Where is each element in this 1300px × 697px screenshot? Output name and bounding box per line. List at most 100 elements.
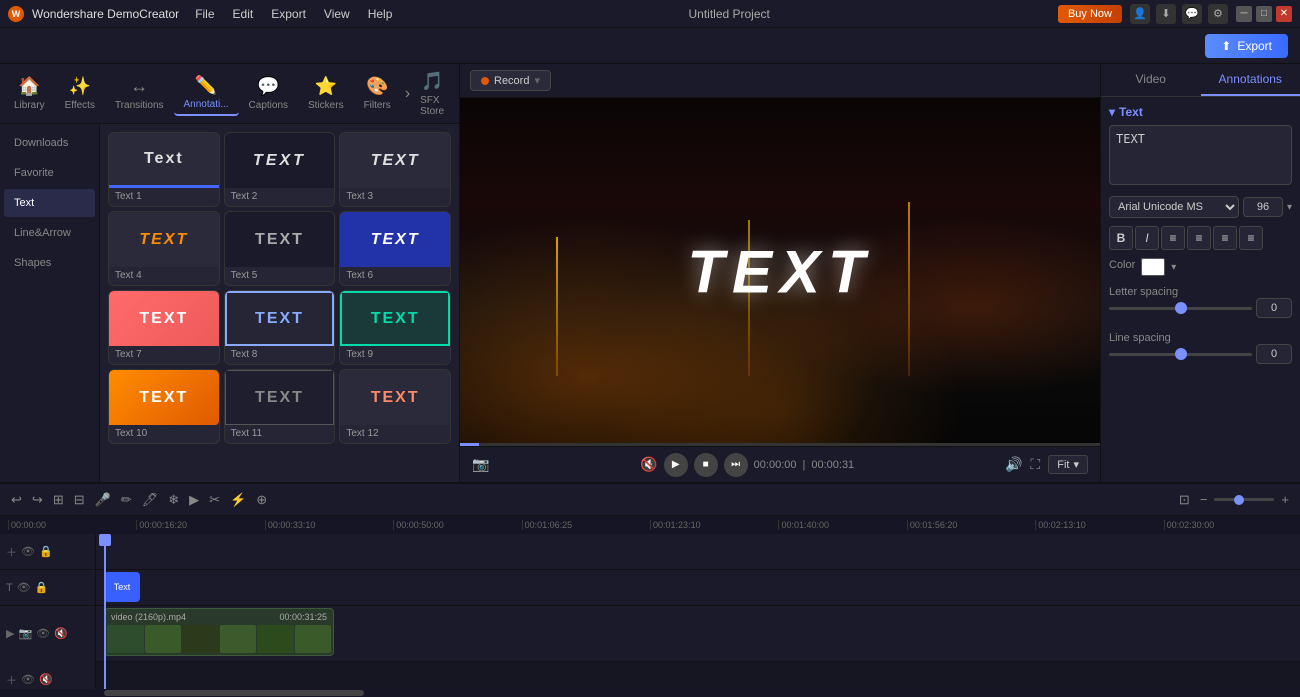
video-progress-bar[interactable] [460, 443, 1100, 446]
fit-dropdown[interactable]: Fit ▾ [1048, 455, 1088, 474]
record-button[interactable]: Record ▾ [470, 70, 551, 91]
sidebar-item-favorite[interactable]: Favorite [4, 159, 95, 187]
tab-stickers[interactable]: ⭐ Stickers [298, 72, 354, 115]
text-card-10[interactable]: TEXT Text 10 [108, 369, 220, 444]
text-card-5[interactable]: TEXT Text 5 [224, 211, 336, 286]
tab-library[interactable]: 🏠 Library [4, 72, 55, 115]
fullscreen-icon[interactable]: ⛶ [1030, 456, 1040, 473]
scrollbar-thumb[interactable] [104, 690, 364, 696]
volume-icon[interactable]: 🔊 [1005, 456, 1022, 473]
sidebar-item-shapes[interactable]: Shapes [4, 249, 95, 277]
collapse-icon[interactable]: ▾ [1109, 105, 1115, 119]
menu-view[interactable]: View [316, 5, 358, 23]
next-button[interactable]: ⏭ [724, 453, 748, 477]
text-card-11[interactable]: TEXT Text 11 [224, 369, 336, 444]
right-tab-video[interactable]: Video [1101, 64, 1201, 96]
speed-icon[interactable]: ⚡ [227, 489, 249, 511]
letter-spacing-slider[interactable] [1109, 307, 1252, 310]
font-size-input[interactable] [1243, 197, 1283, 217]
text-card-8[interactable]: TEXT Text 8 [224, 290, 336, 365]
tab-transitions[interactable]: ↔ Transitions [105, 72, 174, 115]
track-icon-mute-bottom[interactable]: 🔇 [39, 673, 53, 686]
export-button[interactable]: ⬆ Export [1205, 34, 1288, 58]
text-card-4[interactable]: TEXT Text 4 [108, 211, 220, 286]
text-card-7[interactable]: TEXT Text 7 [108, 290, 220, 365]
tab-sfx[interactable]: 🎵 SFX Store [410, 67, 455, 121]
track-icon-lock-text[interactable]: 👁 [17, 581, 31, 594]
menu-file[interactable]: File [187, 5, 222, 23]
color-swatch[interactable] [1141, 258, 1165, 276]
maximize-button[interactable]: □ [1256, 6, 1272, 22]
text-card-6[interactable]: TEXT Text 6 [339, 211, 451, 286]
minimize-button[interactable]: ─ [1236, 6, 1252, 22]
settings-icon[interactable]: ⚙ [1208, 4, 1228, 24]
timeline-scrollbar[interactable] [0, 689, 1300, 697]
zoom-fit-icon[interactable]: ⊡ [1176, 489, 1193, 511]
redo-icon[interactable]: ↪ [29, 489, 46, 511]
justify-button[interactable]: ≡ [1239, 226, 1263, 250]
close-button[interactable]: ✕ [1276, 6, 1292, 22]
track-icon-cam[interactable]: 📷 [18, 627, 32, 640]
zoom-out-icon[interactable]: − [1197, 489, 1211, 510]
zoom-slider[interactable] [1214, 498, 1274, 501]
text-clip[interactable]: Text [104, 572, 140, 602]
track-icon-mute-video[interactable]: 🔇 [54, 627, 68, 640]
split-icon[interactable]: ⊞ [50, 489, 67, 511]
color-dropdown-icon[interactable]: ▾ [1171, 262, 1176, 273]
tab-captions[interactable]: 💬 Captions [239, 72, 298, 115]
tab-filters[interactable]: 🎨 Filters [354, 72, 401, 115]
track-icon-add-bottom[interactable]: ＋ [6, 672, 17, 688]
playhead[interactable] [104, 534, 106, 689]
font-family-select[interactable]: Arial Unicode MS [1109, 196, 1239, 218]
text-card-12[interactable]: TEXT Text 12 [339, 369, 451, 444]
pen-icon[interactable]: ✏ [118, 489, 135, 511]
sidebar-item-linearrow[interactable]: Line&Arrow [4, 219, 95, 247]
align-center-button[interactable]: ≡ [1187, 226, 1211, 250]
right-tab-annotations[interactable]: Annotations [1201, 64, 1300, 96]
text-card-9[interactable]: TEXT Text 9 [339, 290, 451, 365]
text-input[interactable]: TEXT [1109, 125, 1292, 185]
delete-icon[interactable]: ⊟ [71, 489, 88, 511]
track-icon-add[interactable]: ＋ [6, 544, 17, 560]
sidebar-item-text[interactable]: Text [4, 189, 95, 217]
text-card-2[interactable]: TEXT Text 2 [224, 132, 336, 207]
mic-icon[interactable]: 🎤 [92, 489, 114, 511]
video-clip[interactable]: video (2160p).mp4 00:00:31:25 [104, 608, 334, 656]
motion-icon[interactable]: ▶ [186, 489, 202, 511]
bold-button[interactable]: B [1109, 226, 1133, 250]
size-dropdown-icon[interactable]: ▾ [1287, 202, 1292, 213]
freeze-icon[interactable]: ❄ [165, 489, 182, 511]
track-icon-lock[interactable]: 🔒 [39, 545, 53, 558]
text-card-3[interactable]: TEXT Text 3 [339, 132, 451, 207]
cut-icon[interactable]: ✂ [206, 489, 223, 511]
menu-export[interactable]: Export [263, 5, 314, 23]
draw-icon[interactable]: 🖊 [139, 489, 162, 511]
letter-spacing-value[interactable] [1256, 298, 1292, 318]
align-right-button[interactable]: ≡ [1213, 226, 1237, 250]
italic-button[interactable]: I [1135, 226, 1159, 250]
line-spacing-slider[interactable] [1109, 353, 1252, 356]
track-icon-play[interactable]: ▶ [6, 627, 14, 640]
menu-help[interactable]: Help [360, 5, 401, 23]
buy-now-button[interactable]: Buy Now [1058, 5, 1122, 23]
screenshot-icon[interactable]: 📷 [472, 456, 489, 473]
sidebar-item-downloads[interactable]: Downloads [4, 129, 95, 157]
track-icon-eye-bottom[interactable]: 👁 [21, 673, 35, 686]
track-icon-eye-video[interactable]: 👁 [36, 627, 50, 640]
zoom-in-icon[interactable]: + [1278, 489, 1292, 510]
undo-icon[interactable]: ↩ [8, 489, 25, 511]
play-button[interactable]: ▶ [664, 453, 688, 477]
notification-icon[interactable]: 💬 [1182, 4, 1202, 24]
add-icon[interactable]: ⊕ [253, 489, 270, 511]
line-spacing-value[interactable] [1256, 344, 1292, 364]
track-icon-mute-text[interactable]: 🔒 [35, 581, 49, 594]
menu-edit[interactable]: Edit [225, 5, 262, 23]
mute-icon[interactable]: 🔇 [640, 456, 657, 473]
tab-annotations[interactable]: ✏️ Annotati... [174, 71, 239, 116]
download-icon[interactable]: ⬇ [1156, 4, 1176, 24]
stop-button[interactable]: ■ [694, 453, 718, 477]
track-icon-eye[interactable]: 👁 [21, 545, 35, 558]
align-left-button[interactable]: ≡ [1161, 226, 1185, 250]
user-icon[interactable]: 👤 [1130, 4, 1150, 24]
text-card-1[interactable]: Text Text 1 [108, 132, 220, 207]
